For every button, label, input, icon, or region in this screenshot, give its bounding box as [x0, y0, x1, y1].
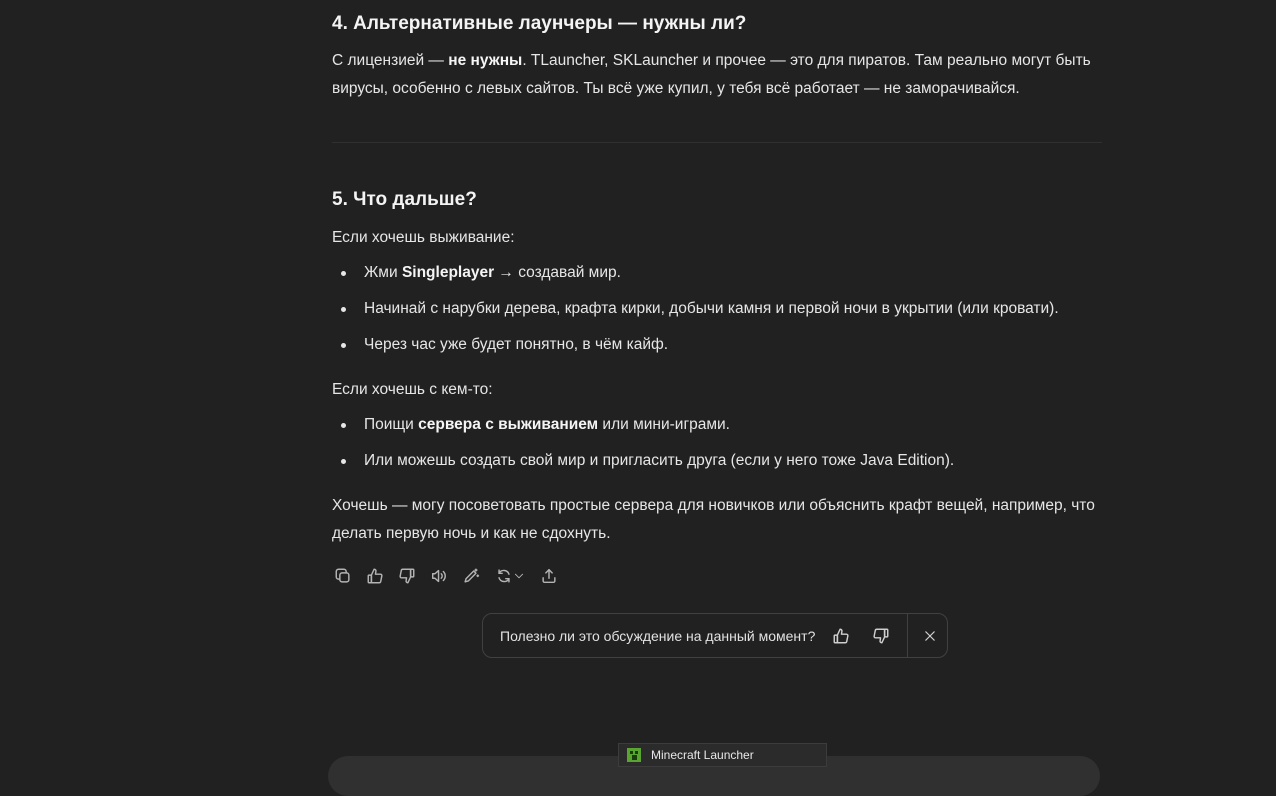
text-span: или мини-играми. [598, 416, 730, 433]
list-item: Жми Singleplayer → создавай мир. [332, 255, 1059, 291]
list-item: Начинай с нарубки дерева, крафта кирки, … [332, 291, 1059, 327]
list-item: Поищи сервера с выживанием или мини-игра… [332, 407, 954, 443]
thumbs-up-icon [367, 568, 383, 584]
section-5-heading: 5. Что дальше? [332, 189, 477, 210]
feedback-banner: Полезно ли это обсуждение на данный моме… [482, 613, 948, 658]
feedback-thumbs-up-button[interactable] [829, 624, 853, 648]
share-button[interactable] [538, 565, 560, 587]
regenerate-icon [498, 569, 510, 583]
bold-text: сервера с выживанием [418, 416, 599, 433]
edit-button[interactable] [460, 565, 482, 587]
feedback-question: Полезно ли это обсуждение на данный моме… [500, 627, 816, 644]
speaker-icon [431, 569, 446, 583]
feedback-separator [907, 613, 909, 658]
taskbar-preview[interactable]: Minecraft Launcher [618, 743, 827, 767]
copy-button[interactable] [332, 565, 354, 587]
regenerate-button[interactable] [492, 565, 528, 587]
close-icon [925, 630, 936, 641]
good-response-button[interactable] [364, 565, 386, 587]
minecraft-icon [627, 748, 641, 762]
thumbs-down-icon [399, 568, 415, 584]
edit-sparkle-icon [464, 568, 480, 583]
taskbar-app-title: Minecraft Launcher [651, 748, 754, 762]
list-item: Через час уже будет понятно, в чём кайф. [332, 327, 1059, 363]
bold-text: не нужны [448, 52, 523, 69]
text-span: → создавай мир. [494, 264, 621, 281]
section-4-paragraph: С лицензией — не нужны. TLauncher, SKLau… [332, 47, 1102, 103]
feedback-thumbs-down-button[interactable] [869, 624, 893, 648]
list-item: Или можешь создать свой мир и пригласить… [332, 443, 954, 479]
multiplayer-list: Поищи сервера с выживанием или мини-игра… [332, 407, 954, 479]
bad-response-button[interactable] [396, 565, 418, 587]
chevron-down-icon [514, 573, 524, 579]
bold-text: Singleplayer [401, 264, 495, 281]
multiplayer-intro: Если хочешь с кем-то: [332, 381, 493, 398]
survival-list: Жми Singleplayer → создавай мир. Начинай… [332, 255, 1059, 363]
share-icon [542, 568, 556, 584]
text-span: Поищи [364, 416, 419, 433]
survival-intro: Если хочешь выживание: [332, 229, 515, 246]
message-actions [332, 565, 570, 587]
closing-paragraph: Хочешь — могу посоветовать простые серве… [332, 497, 1095, 542]
text-span: Жми [364, 264, 402, 281]
feedback-close-button[interactable] [918, 624, 942, 648]
thumbs-down-icon [873, 628, 889, 643]
section-4-heading: 4. Альтернативные лаунчеры — нужны ли? [332, 13, 747, 34]
read-aloud-button[interactable] [428, 565, 450, 587]
thumbs-up-icon [833, 628, 849, 643]
text-span: С лицензией — [332, 52, 449, 69]
divider [332, 142, 1102, 143]
copy-icon [335, 568, 350, 583]
